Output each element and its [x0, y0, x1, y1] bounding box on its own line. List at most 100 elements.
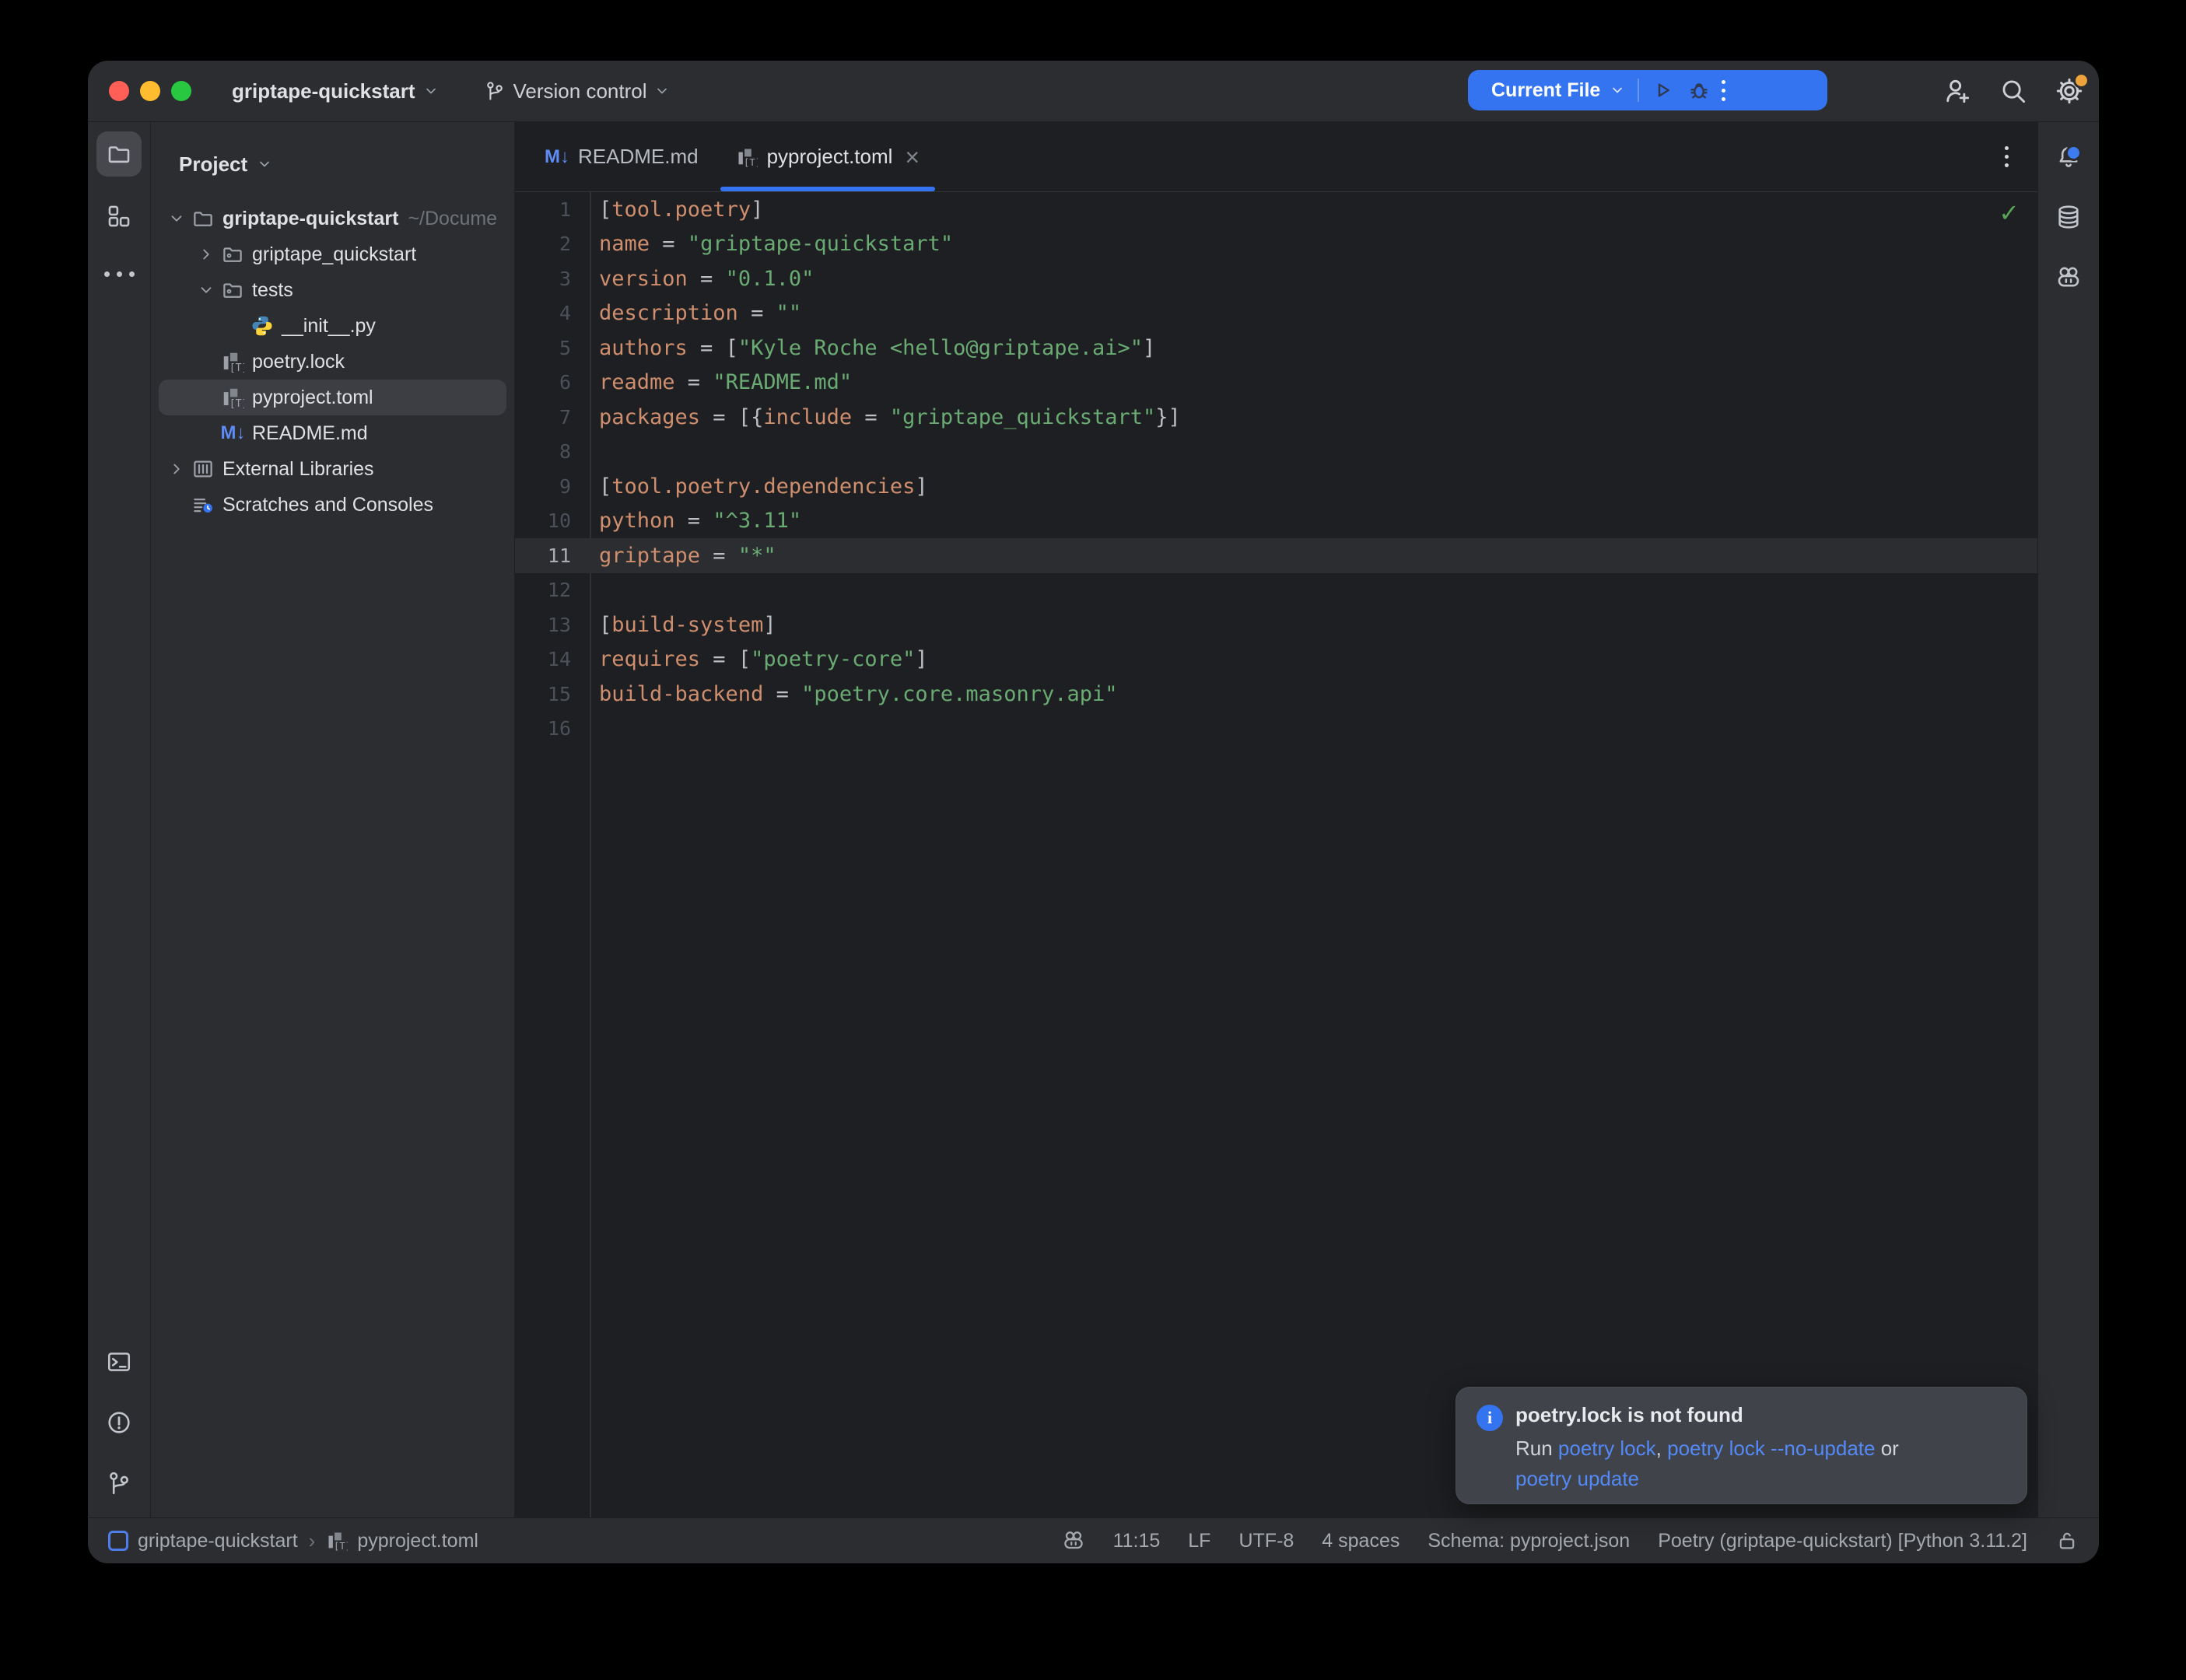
editor-line-11[interactable]: 11griptape = "*"	[515, 538, 2037, 573]
editor-line-15[interactable]: 15build-backend = "poetry.core.masonry.a…	[515, 677, 2037, 712]
link-poetry-update[interactable]: poetry update	[1515, 1467, 1639, 1490]
version-control-tool-window-button[interactable]	[96, 1461, 142, 1506]
close-window-button[interactable]	[109, 81, 129, 101]
editor-line-8[interactable]: 8	[515, 435, 2037, 470]
line-number[interactable]: 10	[515, 509, 590, 532]
tree-row-pyproject-toml[interactable]: [T]pyproject.toml	[159, 380, 506, 415]
code-text[interactable]: griptape = "*"	[590, 544, 776, 568]
tab-pyproject-toml[interactable]: [T]pyproject.toml×	[717, 122, 939, 191]
indent-size[interactable]: 4 spaces	[1322, 1530, 1400, 1552]
code-text[interactable]: build-backend = "poetry.core.masonry.api…	[590, 682, 1118, 706]
search-everywhere-icon[interactable]	[1996, 74, 2030, 108]
line-separator[interactable]: LF	[1188, 1530, 1210, 1552]
code-text[interactable]: version = "0.1.0"	[590, 267, 814, 291]
terminal-tool-window-button[interactable]	[96, 1339, 142, 1384]
tree-row-tests[interactable]: tests	[159, 272, 506, 308]
line-number[interactable]: 5	[515, 337, 590, 359]
minimize-window-button[interactable]	[140, 81, 160, 101]
code-with-me-icon[interactable]	[1940, 74, 1974, 108]
line-number[interactable]: 2	[515, 233, 590, 255]
line-number[interactable]: 8	[515, 440, 590, 463]
tree-row-scratches-and-consoles[interactable]: Scratches and Consoles	[159, 487, 506, 523]
vcs-widget[interactable]: Version control	[484, 79, 671, 103]
editor-line-10[interactable]: 10python = "^3.11"	[515, 504, 2037, 539]
ai-icon[interactable]	[1062, 1529, 1085, 1552]
editor-line-3[interactable]: 3version = "0.1.0"	[515, 261, 2037, 296]
tree-row-init-py[interactable]: __init__.py	[159, 308, 506, 344]
breadcrumb-project[interactable]: griptape-quickstart	[138, 1530, 298, 1552]
code-text[interactable]: authors = ["Kyle Roche <hello@griptape.a…	[590, 336, 1155, 360]
link-poetry-lock-no-update[interactable]: poetry lock --no-update	[1667, 1437, 1875, 1460]
code-text[interactable]: [build-system]	[590, 613, 776, 637]
editor-line-9[interactable]: 9[tool.poetry.dependencies]	[515, 469, 2037, 504]
editor-line-12[interactable]: 12	[515, 573, 2037, 608]
tree-row-readme-md[interactable]: M↓README.md	[159, 415, 506, 451]
code-text[interactable]: requires = ["poetry-core"]	[590, 647, 928, 671]
run-button[interactable]	[1652, 79, 1675, 102]
tree-row-griptape-quickstart[interactable]: griptape_quickstart	[159, 236, 506, 272]
editor-line-7[interactable]: 7packages = [{include = "griptape_quicks…	[515, 400, 2037, 435]
line-number[interactable]: 15	[515, 683, 590, 705]
editor-line-16[interactable]: 16	[515, 712, 2037, 747]
tree-row-griptape-quickstart[interactable]: griptape-quickstart~/Docume	[159, 201, 506, 236]
editor-line-6[interactable]: 6readme = "README.md"	[515, 366, 2037, 401]
line-number[interactable]: 14	[515, 648, 590, 670]
notifications-button[interactable]	[2046, 134, 2091, 179]
code-text[interactable]: description = ""	[590, 301, 801, 325]
line-number[interactable]: 12	[515, 579, 590, 601]
code-text[interactable]: [tool.poetry]	[590, 198, 763, 222]
breadcrumb-file[interactable]: pyproject.toml	[357, 1530, 478, 1552]
code-text[interactable]: [tool.poetry.dependencies]	[590, 474, 928, 499]
editor-line-4[interactable]: 4description = ""	[515, 296, 2037, 331]
project-widget[interactable]: griptape-quickstart	[232, 79, 439, 103]
code-text[interactable]: name = "griptape-quickstart"	[590, 232, 953, 256]
line-number[interactable]: 13	[515, 614, 590, 636]
editor-line-2[interactable]: 2name = "griptape-quickstart"	[515, 227, 2037, 262]
maximize-window-button[interactable]	[171, 81, 191, 101]
tree-row-external-libraries[interactable]: External Libraries	[159, 451, 506, 487]
chevron-down-icon[interactable]	[163, 205, 190, 232]
code-text[interactable]: readme = "README.md"	[590, 370, 852, 394]
more-run-options-button[interactable]	[1722, 80, 1725, 101]
link-poetry-lock[interactable]: poetry lock	[1558, 1437, 1656, 1460]
editor-line-14[interactable]: 14requires = ["poetry-core"]	[515, 642, 2037, 677]
more-tool-windows-button[interactable]	[96, 251, 142, 296]
line-number[interactable]: 11	[515, 544, 590, 567]
chevron-down-icon	[1610, 82, 1625, 98]
line-number[interactable]: 7	[515, 406, 590, 429]
editor-line-5[interactable]: 5authors = ["Kyle Roche <hello@griptape.…	[515, 331, 2037, 366]
ai-assistant-tool-window-button[interactable]	[2046, 255, 2091, 300]
debug-button[interactable]	[1687, 79, 1711, 102]
line-number[interactable]: 4	[515, 302, 590, 324]
json-schema[interactable]: Schema: pyproject.json	[1428, 1530, 1630, 1552]
chevron-right-icon[interactable]	[163, 456, 190, 482]
structure-tool-window-button[interactable]	[96, 194, 142, 239]
project-panel-header[interactable]: Project	[179, 145, 272, 183]
run-configuration-widget[interactable]: Current File	[1468, 70, 1827, 110]
editor-line-13[interactable]: 13[build-system]	[515, 607, 2037, 642]
line-number[interactable]: 1	[515, 198, 590, 221]
code-text[interactable]: packages = [{include = "griptape_quickst…	[590, 405, 1181, 429]
close-icon[interactable]: ×	[905, 145, 920, 170]
cursor-position[interactable]: 11:15	[1113, 1530, 1161, 1552]
lock-icon[interactable]	[2055, 1529, 2079, 1552]
tab-options-kebab-icon[interactable]	[1991, 142, 2022, 173]
code-text[interactable]: python = "^3.11"	[590, 509, 801, 533]
tree-row-poetry-lock[interactable]: [T]poetry.lock	[159, 344, 506, 380]
tab-readme-md[interactable]: M↓README.md	[526, 122, 717, 191]
editor-line-1[interactable]: 1[tool.poetry]	[515, 192, 2037, 227]
database-tool-window-button[interactable]	[2046, 194, 2091, 240]
project-tool-window-button[interactable]	[96, 131, 142, 177]
line-number[interactable]: 16	[515, 717, 590, 740]
editor[interactable]: ✓ 1[tool.poetry]2name = "griptape-quicks…	[515, 192, 2037, 1517]
line-number[interactable]: 9	[515, 475, 590, 498]
problems-tool-window-button[interactable]	[96, 1400, 142, 1445]
settings-gear-icon[interactable]	[2052, 74, 2086, 108]
file-encoding[interactable]: UTF-8	[1238, 1530, 1294, 1552]
chevron-right-icon[interactable]	[193, 241, 219, 268]
notification-body: Run poetry lock, poetry lock --no-update…	[1515, 1433, 1899, 1494]
chevron-down-icon[interactable]	[193, 277, 219, 303]
line-number[interactable]: 3	[515, 268, 590, 290]
line-number[interactable]: 6	[515, 371, 590, 394]
python-interpreter[interactable]: Poetry (griptape-quickstart) [Python 3.1…	[1658, 1530, 2027, 1552]
